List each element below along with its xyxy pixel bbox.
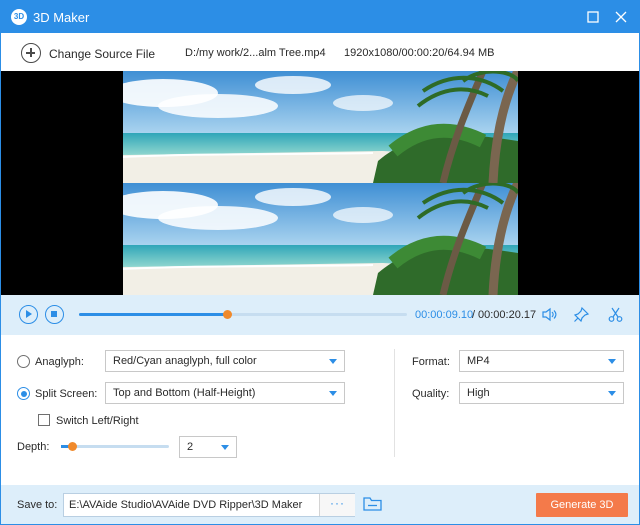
chevron-down-icon bbox=[608, 359, 616, 364]
cut-button[interactable] bbox=[607, 306, 624, 323]
playback-bar: 00:00:09.10 / 00:00:20.17 bbox=[1, 295, 639, 335]
file-info: 1920x1080/00:00:20/64.94 MB bbox=[344, 47, 495, 59]
quality-label: Quality: bbox=[412, 388, 450, 400]
anaglyph-select[interactable]: Red/Cyan anaglyph, full color bbox=[105, 350, 345, 372]
time-separator: / bbox=[472, 309, 476, 321]
anaglyph-radio[interactable] bbox=[17, 355, 30, 368]
format-select-value: MP4 bbox=[467, 355, 490, 367]
depth-select[interactable]: 2 bbox=[179, 436, 237, 458]
split-screen-select-value: Top and Bottom (Half-Height) bbox=[113, 387, 256, 399]
save-path-field[interactable]: E:\AVAide Studio\AVAide DVD Ripper\3D Ma… bbox=[63, 493, 355, 517]
chevron-down-icon bbox=[608, 391, 616, 396]
chevron-down-icon bbox=[329, 359, 337, 364]
close-icon bbox=[615, 11, 627, 23]
switch-left-right-label: Switch Left/Right bbox=[56, 415, 139, 427]
chevron-down-icon bbox=[329, 391, 337, 396]
browse-more-button[interactable]: ··· bbox=[319, 494, 355, 516]
source-bar: Change Source File D:/my work/2...alm Tr… bbox=[1, 33, 639, 71]
app-logo: 3D bbox=[11, 9, 27, 25]
depth-slider[interactable] bbox=[61, 442, 169, 451]
progress-slider[interactable] bbox=[79, 310, 407, 319]
window-title: 3D Maker bbox=[33, 10, 90, 25]
split-screen-select[interactable]: Top and Bottom (Half-Height) bbox=[105, 382, 345, 404]
pin-icon bbox=[573, 306, 590, 323]
split-screen-radio[interactable] bbox=[17, 387, 30, 400]
preview-frame-bottom bbox=[123, 183, 518, 295]
depth-select-value: 2 bbox=[187, 441, 194, 453]
volume-button[interactable] bbox=[541, 306, 558, 323]
close-button[interactable] bbox=[611, 7, 631, 27]
depth-slider-handle[interactable] bbox=[67, 442, 77, 451]
folder-icon bbox=[363, 497, 382, 511]
settings-divider bbox=[394, 349, 395, 457]
beach-image-bottom bbox=[123, 183, 518, 295]
split-screen-label: Split Screen: bbox=[35, 388, 98, 400]
change-source-file-button[interactable]: Change Source File bbox=[49, 47, 155, 61]
quality-select[interactable]: High bbox=[459, 382, 624, 404]
chevron-down-icon bbox=[221, 445, 229, 450]
add-icon[interactable] bbox=[21, 43, 41, 63]
generate-3d-button[interactable]: Generate 3D bbox=[536, 493, 628, 517]
anaglyph-select-value: Red/Cyan anaglyph, full color bbox=[113, 355, 257, 367]
snapshot-button[interactable] bbox=[573, 306, 590, 323]
maximize-button[interactable] bbox=[583, 7, 603, 27]
stop-button[interactable] bbox=[45, 305, 64, 324]
format-label: Format: bbox=[412, 356, 450, 368]
quality-select-value: High bbox=[467, 387, 490, 399]
open-folder-button[interactable] bbox=[363, 496, 383, 512]
depth-label: Depth: bbox=[17, 441, 50, 453]
preview-frame-top bbox=[123, 71, 518, 183]
switch-left-right-checkbox[interactable] bbox=[38, 414, 50, 426]
current-time: 00:00:09.10 bbox=[415, 309, 474, 321]
beach-image-top bbox=[123, 71, 518, 183]
file-path: D:/my work/2...alm Tree.mp4 bbox=[185, 47, 326, 59]
title-bar: 3D 3D Maker bbox=[1, 1, 639, 33]
app-window: 3D 3D Maker Change Source File D:/my wor… bbox=[0, 0, 640, 525]
format-select[interactable]: MP4 bbox=[459, 350, 624, 372]
progress-fill bbox=[79, 313, 227, 316]
footer-bar: Save to: E:\AVAide Studio\AVAide DVD Rip… bbox=[1, 485, 639, 524]
scissors-icon bbox=[608, 307, 623, 322]
total-time: 00:00:20.17 bbox=[478, 309, 537, 321]
volume-icon bbox=[542, 307, 557, 322]
settings-panel: Anaglyph: Red/Cyan anaglyph, full color … bbox=[1, 335, 639, 485]
progress-handle[interactable] bbox=[222, 310, 232, 319]
play-button[interactable] bbox=[19, 305, 38, 324]
save-path-value: E:\AVAide Studio\AVAide DVD Ripper\3D Ma… bbox=[69, 499, 303, 511]
maximize-icon bbox=[587, 11, 599, 23]
video-preview bbox=[1, 71, 639, 295]
anaglyph-label: Anaglyph: bbox=[35, 356, 84, 368]
save-to-label: Save to: bbox=[17, 499, 58, 511]
